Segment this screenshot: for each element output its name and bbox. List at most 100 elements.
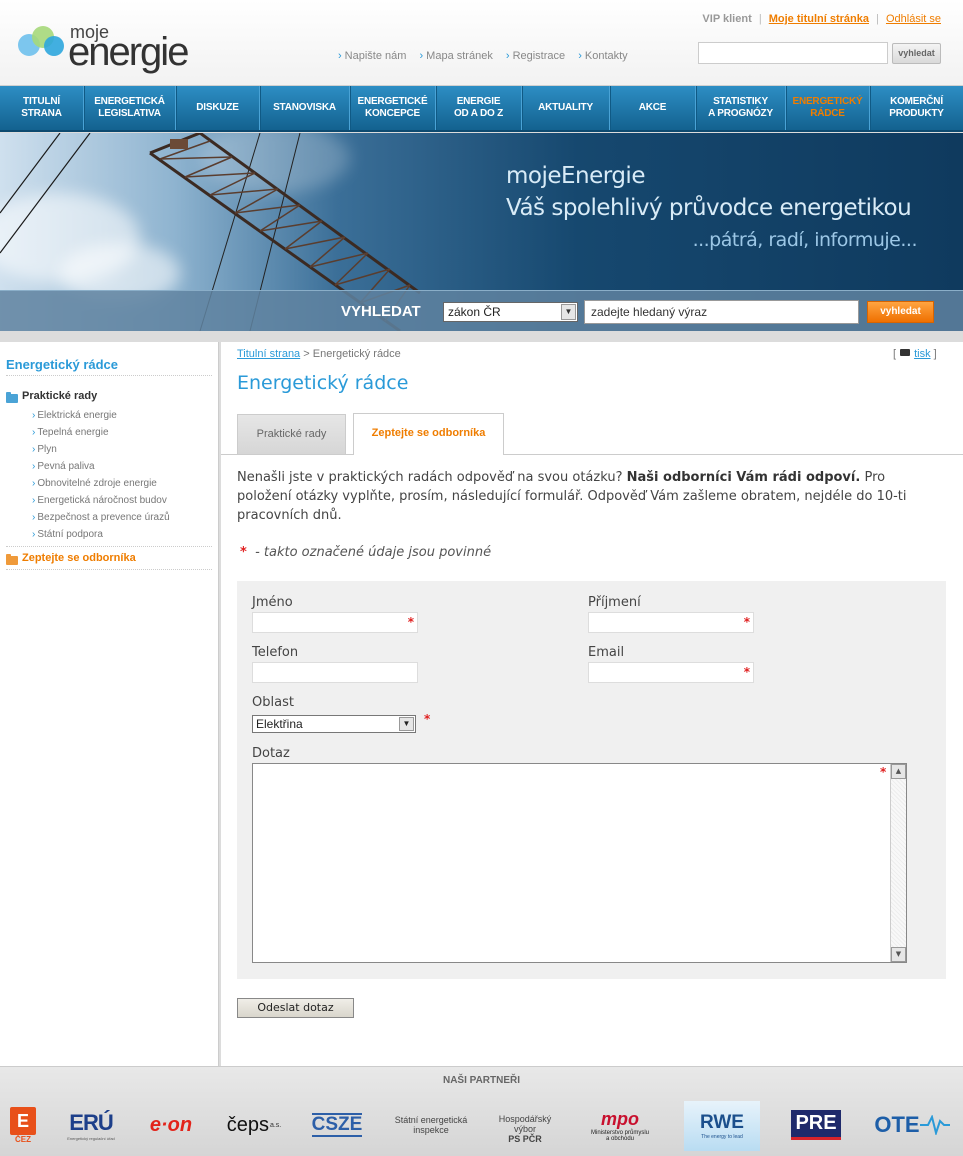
chevron-right-icon: ›: [32, 495, 36, 506]
required-star: *: [880, 765, 887, 779]
area-label: Oblast: [252, 695, 294, 710]
print-link[interactable]: tisk: [914, 348, 931, 360]
banner-slogan-tagline: ...pátrá, radí, informuje...: [692, 229, 918, 251]
nav-item-positions[interactable]: Stanoviska: [260, 86, 350, 130]
partner-logo-csze[interactable]: CSZE: [308, 1105, 366, 1145]
partners-bar: NAŠI PARTNEŘI E ČEZ ERÚ Energetický regu…: [0, 1066, 963, 1156]
sidebar-item-building-energy[interactable]: › Energetická náročnost budov: [32, 495, 167, 506]
sidebar-item-safety[interactable]: › Bezpečnost a prevence úrazů: [32, 512, 170, 523]
first-name-field[interactable]: *: [252, 612, 418, 633]
scroll-up-icon[interactable]: ▲: [891, 764, 906, 779]
logo-bubble: [44, 36, 64, 56]
chevron-right-icon: ›: [32, 529, 36, 540]
site-header: moje energie VIP klient | Moje titulní s…: [0, 0, 963, 86]
folder-icon: [6, 554, 18, 565]
nav-item-events[interactable]: Akce: [610, 86, 696, 130]
phone-field[interactable]: [252, 662, 418, 683]
question-label: Dotaz: [252, 746, 290, 761]
page-title: Energetický rádce: [237, 372, 409, 394]
breadcrumb-home-link[interactable]: Titulní strana: [237, 348, 300, 360]
nav-item-discussion[interactable]: Diskuze: [176, 86, 260, 130]
sidebar-section-ask-expert[interactable]: Zeptejte se odborníka: [22, 552, 136, 564]
required-star: *: [240, 545, 247, 560]
question-textarea[interactable]: ▲ ▼: [252, 763, 907, 963]
vip-label: VIP klient: [702, 13, 752, 25]
intro-text: Nenašli jste v praktických radách odpově…: [237, 470, 907, 523]
partner-logo-eon[interactable]: e·on: [140, 1105, 202, 1145]
required-star: *: [424, 712, 431, 726]
chevron-right-icon: ›: [32, 410, 36, 421]
divider: [6, 375, 212, 376]
banner-slogan-subtitle: Váš spolehlivý průvodce energetikou: [506, 195, 912, 221]
nav-item-statistics[interactable]: Statistiky a prognózy: [696, 86, 786, 130]
partner-logo-eru[interactable]: ERÚ Energetický regulační úřad: [62, 1105, 120, 1145]
chevron-right-icon: ›: [32, 427, 36, 438]
partner-logo-rwe[interactable]: RWE The energy to lead: [684, 1101, 760, 1151]
header-search-button[interactable]: vyhledat: [892, 43, 941, 64]
chevron-right-icon: ›: [338, 50, 342, 62]
banner-search-bar: VYHLEDAT zákon ČR ▼ zadejte hledaný výra…: [0, 290, 963, 331]
sidebar: Energetický rádce Praktické rady › Elektr…: [0, 342, 219, 1066]
chevron-down-icon[interactable]: ▼: [561, 304, 576, 320]
required-star: *: [407, 615, 414, 629]
partner-logo-sei[interactable]: Státní energetická inspekce: [386, 1105, 476, 1145]
sidebar-item-renewables[interactable]: › Obnovitelné zdroje energie: [32, 478, 157, 489]
nav-item-legislation[interactable]: Energetická legislativa: [84, 86, 176, 130]
partner-logo-ceps[interactable]: čeps a.s.: [222, 1105, 286, 1145]
nav-item-commercial-products[interactable]: Komerční produkty: [870, 86, 963, 130]
search-label: VYHLEDAT: [341, 303, 421, 320]
chevron-right-icon: ›: [32, 512, 36, 523]
top-link-contacts[interactable]: › Kontakty: [578, 50, 627, 62]
sidebar-item-electric-energy[interactable]: › Elektrická energie: [32, 410, 117, 421]
site-logo[interactable]: moje energie: [14, 18, 214, 78]
print-control: [tisk ]: [893, 348, 937, 360]
last-name-label: Příjmení: [588, 595, 641, 610]
chevron-right-icon: ›: [505, 50, 510, 62]
scrollbar[interactable]: ▲ ▼: [890, 764, 906, 962]
sidebar-item-gas[interactable]: › Plyn: [32, 444, 57, 455]
my-homepage-link[interactable]: Moje titulní stránka: [769, 13, 869, 25]
tab-ask-expert[interactable]: Zeptejte se odborníka: [353, 413, 504, 455]
submit-question-button[interactable]: Odeslat dotaz: [237, 998, 354, 1018]
nav-item-home[interactable]: Titulní strana: [0, 86, 84, 130]
chevron-right-icon: ›: [32, 444, 36, 455]
nav-item-news[interactable]: Aktuality: [522, 86, 610, 130]
top-link-contact-us[interactable]: › Napište nám: [338, 50, 406, 62]
scroll-down-icon[interactable]: ▼: [891, 947, 906, 962]
printer-icon[interactable]: [900, 349, 911, 356]
header-search-input[interactable]: [698, 42, 888, 64]
search-input[interactable]: zadejte hledaný výraz: [584, 300, 859, 324]
top-link-sitemap[interactable]: › Mapa stránek: [420, 50, 493, 62]
partner-logo-mpo[interactable]: mpo Ministerstvo průmyslu a obchodu: [578, 1105, 662, 1145]
partner-logo-ote[interactable]: OTE: [870, 1105, 954, 1145]
chevron-right-icon: ›: [32, 461, 36, 472]
partner-logo-economic-committee[interactable]: Hospodářský výbor PS PČR: [490, 1109, 560, 1149]
email-field[interactable]: *: [588, 662, 754, 683]
area-select[interactable]: Elektřina ▼: [252, 715, 416, 733]
partner-logo-cez[interactable]: E ČEZ: [6, 1105, 40, 1145]
chevron-down-icon[interactable]: ▼: [399, 717, 414, 731]
divider: |: [876, 13, 879, 25]
chevron-right-icon: ›: [419, 50, 424, 62]
sidebar-item-solid-fuels[interactable]: › Pevná paliva: [32, 461, 95, 472]
user-links: VIP klient | Moje titulní stránka | Odhl…: [702, 13, 941, 25]
tab-practical-advice[interactable]: Praktické rady: [237, 414, 346, 454]
nav-item-energy-advisor[interactable]: Energetický rádce: [786, 86, 870, 130]
partner-logo-pre[interactable]: PRE: [786, 1105, 846, 1145]
nav-item-energy-a-z[interactable]: Energie od A do Z: [436, 86, 522, 130]
sidebar-item-state-support[interactable]: › Státní podpora: [32, 529, 103, 540]
chevron-right-icon: ›: [578, 50, 582, 62]
breadcrumb-current: Energetický rádce: [312, 348, 401, 360]
search-category-select[interactable]: zákon ČR ▼: [443, 302, 578, 322]
phone-label: Telefon: [252, 645, 299, 660]
top-link-registration[interactable]: › Registrace: [506, 50, 565, 62]
main-navigation: Titulní strana Energetická legislativa Dis…: [0, 86, 963, 132]
sidebar-title: Energetický rádce: [6, 357, 119, 372]
nav-item-concepts[interactable]: Energetické koncepce: [350, 86, 436, 130]
sidebar-section-practical-advice[interactable]: Praktické rady: [22, 390, 97, 402]
logout-link[interactable]: Odhlásit se: [886, 13, 941, 25]
partners-title: NAŠI PARTNEŘI: [442, 1075, 521, 1086]
sidebar-item-heat-energy[interactable]: › Tepelná energie: [32, 427, 109, 438]
search-button[interactable]: vyhledat: [867, 301, 934, 323]
last-name-field[interactable]: *: [588, 612, 754, 633]
